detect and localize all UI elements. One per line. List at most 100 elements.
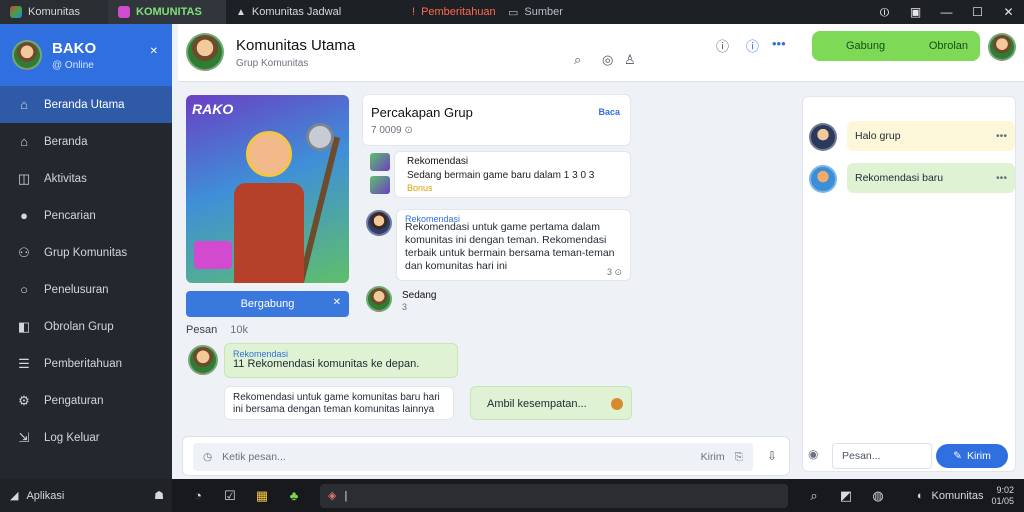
clock[interactable]: 9:02 01/05 [991, 485, 1014, 507]
browser-tab-2[interactable]: KOMUNITAS [108, 0, 226, 24]
maximize-icon[interactable]: ☐ [962, 0, 993, 24]
message-card[interactable]: Rekomendasi Rekomendasi untuk game perta… [396, 209, 631, 281]
browser-tab-3[interactable]: ▲ Komunitas Jadwal [226, 0, 402, 24]
sidebar-item-groups[interactable]: ⚇ Grup Komunitas [0, 234, 172, 271]
search-icon[interactable]: ⌕ [804, 486, 824, 506]
home-icon: ⌂ [20, 97, 28, 112]
more-icon[interactable]: ••• [772, 36, 786, 51]
contact-row[interactable]: Rekomendasi baru ••• [809, 163, 1015, 195]
contact-row[interactable]: Halo grup ••• [809, 121, 1015, 153]
side-send-label: Kirim [966, 450, 991, 462]
side-message-input[interactable]: Pesan... [832, 443, 932, 469]
join-group-button[interactable]: Bergabung ✕ [186, 291, 349, 317]
tab-label: Pemberitahuan [421, 6, 496, 18]
staff-shape [297, 136, 341, 283]
sidebar-item-search[interactable]: ○ Penelusuran [0, 271, 172, 308]
taskbar-search[interactable]: ◈ | [320, 483, 788, 508]
sidebar-item-logout[interactable]: ⇲ Log Keluar [0, 419, 172, 456]
avatar [809, 165, 837, 193]
game-card[interactable]: Rekomendasi Sedang bermain game baru dal… [394, 151, 631, 198]
side-send-button[interactable]: ✎ Kirim [936, 444, 1008, 468]
orb-shape [306, 123, 334, 151]
media-icon[interactable]: ◩ [836, 486, 856, 506]
chat-icon: ◧ [17, 318, 31, 334]
more-icon[interactable]: ••• [996, 130, 1007, 142]
app-logo-icon [10, 6, 22, 18]
split-icon[interactable]: ▣ [900, 0, 931, 24]
tab-label: KOMUNITAS [136, 6, 202, 18]
edit-icon[interactable]: ☑ [220, 486, 240, 506]
attach-icon[interactable]: ⎘ [735, 451, 743, 464]
profile-header[interactable]: BAKO @ Online ✕ [0, 24, 172, 86]
featured-image[interactable]: RAKO [186, 95, 349, 283]
info-card[interactable]: Percakapan Grup 7 0009 ⊙ Baca [362, 94, 631, 146]
messages-count: 10k [230, 324, 249, 336]
start-area[interactable]: ◢ Aplikasi ☗ [0, 479, 172, 512]
page-subtitle: Grup Komunitas [236, 58, 309, 69]
game-card-heading: Rekomendasi [407, 156, 469, 167]
download-icon[interactable]: ⇩ [767, 449, 777, 463]
user-icon[interactable]: ♙ [624, 52, 636, 68]
chat-bubble[interactable]: Rekomendasi untuk game komunitas baru ha… [224, 386, 454, 420]
chat-bubble-self[interactable]: Ambil kesempatan... [470, 386, 632, 420]
sidebar-item-home[interactable]: ⌂ Beranda Utama [0, 86, 172, 123]
shield-icon[interactable]: ◍ [868, 486, 888, 506]
browser-tab-1[interactable]: Komunitas [0, 0, 108, 24]
browser-tab-4[interactable]: ! Pemberitahuan [402, 0, 498, 24]
game-thumb-icon [370, 176, 390, 194]
game-launcher-icon[interactable]: ♣ [284, 486, 304, 506]
system-tray: ◐ Komunitas 9:02 01/05 [917, 485, 1024, 507]
search-icon[interactable]: ⌕ [574, 52, 581, 68]
messages-label: Pesan 10k [186, 324, 249, 336]
game-icon [118, 6, 130, 18]
info-icon[interactable]: ⓘ [716, 36, 729, 55]
emoji-icon [611, 398, 623, 410]
network-icon[interactable]: ◐ [917, 490, 924, 502]
composer: ◷ Ketik pesan... Kirim ⎘ ⇩ [182, 436, 790, 476]
more-icon[interactable]: ••• [996, 172, 1007, 184]
browser-tab-5[interactable]: ▭ Sumber [498, 0, 608, 24]
bubble-text: 11 Rekomendasi komunitas ke depan. [233, 358, 420, 370]
store-icon[interactable]: ☗ [154, 489, 164, 502]
page-title: Komunitas Utama [236, 37, 356, 54]
start-label: Aplikasi [26, 489, 65, 502]
user-avatar[interactable] [988, 33, 1016, 61]
contact-text: Halo grup [855, 130, 901, 142]
right-panel: Halo grup ••• Rekomendasi baru ••• [802, 96, 1016, 472]
minimize-icon[interactable]: — [931, 0, 962, 24]
settings-icon[interactable]: ◉ [808, 447, 818, 461]
send-label[interactable]: Kirim [701, 451, 725, 463]
message-input[interactable]: ◷ Ketik pesan... Kirim ⎘ [193, 443, 753, 471]
logout-icon: ⇲ [18, 429, 30, 445]
power-icon[interactable]: ◔ [188, 486, 208, 506]
help-icon[interactable]: ⓘ [746, 36, 759, 55]
avatar[interactable] [366, 286, 392, 312]
search-caret: | [344, 489, 348, 502]
avatar[interactable] [188, 345, 218, 375]
sidebar-item-chat[interactable]: ◧ Obrolan Grup [0, 308, 172, 345]
sender-name: Sedang [402, 290, 437, 301]
sidebar-item-activity[interactable]: ◫ Aktivitas [0, 160, 172, 197]
globe-icon[interactable]: ◎ [602, 52, 613, 68]
pin-icon[interactable]: ⏼ [869, 0, 900, 24]
close-icon[interactable]: ✕ [333, 297, 341, 308]
join-button[interactable]: Gabung Obrolan [812, 31, 980, 61]
close-icon[interactable]: ✕ [150, 46, 158, 57]
activity-icon: ◫ [17, 170, 31, 186]
group-avatar[interactable] [186, 33, 224, 71]
sidebar-item-settings[interactable]: ⚙ Pengaturan [0, 382, 172, 419]
close-icon[interactable]: ✕ [993, 0, 1024, 24]
contact-pill: Rekomendasi baru ••• [847, 163, 1015, 193]
profile-status: @ Online [52, 59, 94, 71]
info-card-title: Percakapan Grup [371, 105, 473, 120]
avatar[interactable] [366, 210, 392, 236]
sign-shape [194, 241, 232, 269]
sidebar-item-house[interactable]: ⌂ Beranda [0, 123, 172, 160]
app-icon: ◈ [328, 490, 337, 502]
files-icon[interactable]: ▦ [252, 486, 272, 506]
chat-bubble[interactable]: Rekomendasi 11 Rekomendasi komunitas ke … [224, 343, 458, 378]
info-card-action[interactable]: Baca [598, 107, 620, 117]
sidebar-item-discover[interactable]: ● Pencarian [0, 197, 172, 234]
clock-icon: ◷ [203, 451, 213, 463]
sidebar-item-notifications[interactable]: ☰ Pemberitahuan [0, 345, 172, 382]
